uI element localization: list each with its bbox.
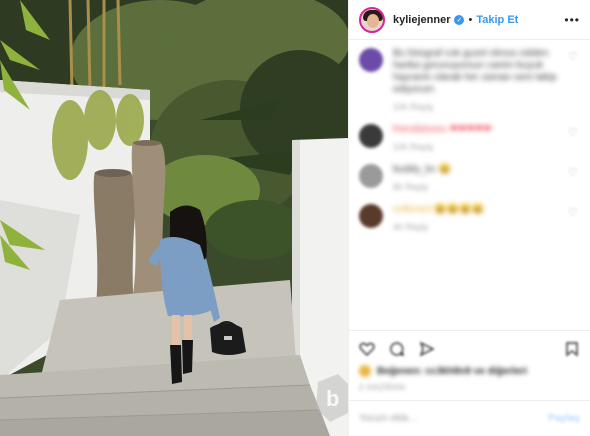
comment-like-icon[interactable]: ♡ (568, 126, 580, 139)
comment-meta[interactable]: 8h Reply (393, 182, 562, 192)
post-side-panel: kyliejenner ✓ • Takip Et ••• Bu fotograf… (348, 0, 590, 436)
comment-like-icon[interactable]: ♡ (568, 166, 580, 179)
post-photo-illustration (0, 0, 348, 436)
add-comment-bar: Yorum ekle... Paylaş (349, 400, 590, 436)
comment-input[interactable]: Yorum ekle... (359, 413, 417, 424)
profile-avatar[interactable] (359, 6, 385, 33)
more-options-icon[interactable]: ••• (564, 13, 580, 27)
post-date: 2 HAZİRAN (359, 383, 406, 392)
comment-meta[interactable]: 10h Reply (393, 102, 562, 112)
comment-meta[interactable]: 10h Reply (393, 142, 562, 152)
username-link[interactable]: kyliejenner (393, 14, 450, 26)
follow-button[interactable]: Takip Et (476, 14, 518, 26)
post-comment-button[interactable]: Paylaş (548, 413, 580, 424)
share-icon[interactable] (419, 341, 435, 357)
comment-text: Bu fotograf cok guzel olmus cidden harik… (393, 48, 557, 95)
comment-text: buddy_kv 😀 (393, 164, 452, 175)
comment-text: friendsloveu ❤❤❤❤❤ (393, 124, 492, 135)
post-actions: Beğenen: cc3kh8n9 ve diğerleri 2 HAZİRAN (349, 330, 590, 392)
commenter-avatar[interactable] (359, 204, 383, 228)
verified-icon: ✓ (454, 14, 465, 25)
bookmark-icon[interactable] (564, 341, 580, 357)
list-item: buddy_kv 😀 8h Reply ♡ (359, 164, 580, 192)
commenter-avatar[interactable] (359, 164, 383, 188)
action-icons-row (359, 337, 580, 361)
instagram-post-view: b kyliejenner ✓ • Takip Et ••• Bu fotogr… (0, 0, 590, 436)
liker-avatar (359, 365, 371, 377)
comment-text: softened 😀😀😀😀 (393, 204, 484, 215)
watermark-logo: b (316, 374, 348, 422)
post-photo[interactable]: b (0, 0, 348, 436)
likes-summary[interactable]: Beğenen: cc3kh8n9 ve diğerleri (359, 365, 580, 377)
list-item: Bu fotograf cok guzel olmus cidden harik… (359, 48, 580, 112)
list-item: friendsloveu ❤❤❤❤❤ 10h Reply ♡ (359, 124, 580, 152)
comment-like-icon[interactable]: ♡ (568, 50, 580, 63)
commenter-avatar[interactable] (359, 48, 383, 72)
header-separator: • (468, 13, 473, 26)
comments-list: Bu fotograf cok guzel olmus cidden harik… (349, 40, 590, 330)
post-header: kyliejenner ✓ • Takip Et ••• (349, 0, 590, 40)
comment-meta[interactable]: 4h Reply (393, 222, 562, 232)
comment-like-icon[interactable]: ♡ (568, 206, 580, 219)
svg-text:b: b (326, 386, 339, 411)
heart-icon[interactable] (359, 341, 375, 357)
list-item: softened 😀😀😀😀 4h Reply ♡ (359, 204, 580, 232)
commenter-avatar[interactable] (359, 124, 383, 148)
likes-text: Beğenen: cc3kh8n9 ve diğerleri (377, 365, 528, 377)
comment-icon[interactable] (389, 341, 405, 357)
